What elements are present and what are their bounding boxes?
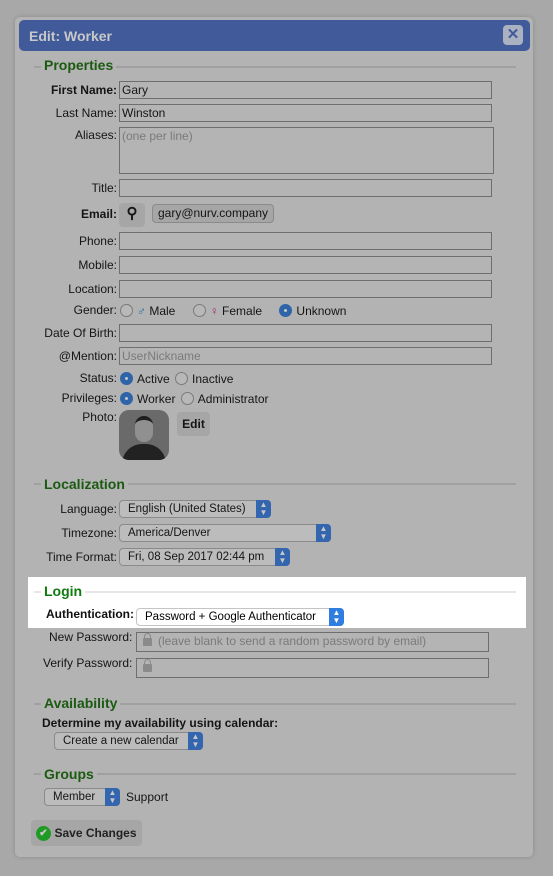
avatar — [119, 410, 169, 460]
status-radio-group: Active Inactive — [120, 372, 233, 386]
status-inactive[interactable]: Inactive — [173, 372, 233, 386]
new-password-label: New Password: — [49, 630, 133, 644]
verify-password-label: Verify Password: — [43, 656, 133, 670]
availability-heading: Availability — [41, 695, 121, 711]
new-password-input[interactable]: (leave blank to send a random password b… — [136, 632, 489, 652]
chevron-updown-icon: ▲ ▼ — [329, 608, 344, 626]
email-label: Email: — [80, 207, 117, 221]
gender-female[interactable]: ♀ Female — [192, 304, 262, 318]
chevron-updown-icon: ▲ ▼ — [256, 500, 271, 518]
privileges-label: Privileges: — [61, 391, 117, 405]
calendar-select[interactable]: Create a new calendar ▲ ▼ — [54, 732, 203, 750]
first-name-input[interactable]: Gary — [119, 81, 492, 99]
language-select[interactable]: English (United States) ▲ ▼ — [119, 500, 271, 518]
privileges-radio-group: Worker Administrator — [120, 392, 268, 406]
group-name: Support — [126, 790, 169, 804]
authentication-label: Authentication: — [46, 607, 134, 621]
last-name-label: Last Name: — [55, 106, 117, 120]
chevron-updown-icon: ▲ ▼ — [105, 788, 120, 806]
group-role-select[interactable]: Member ▲ ▼ — [44, 788, 120, 806]
gender-radio-group: ♂ Male ♀ Female Unknown — [120, 304, 346, 318]
female-icon: ♀ — [209, 304, 219, 318]
save-changes-button[interactable]: ✔ Save Changes — [31, 820, 142, 846]
photo-label: Photo: — [82, 410, 117, 424]
time-format-select[interactable]: Fri, 08 Sep 2017 02:44 pm ▲ ▼ — [119, 548, 290, 566]
phone-label: Phone: — [78, 234, 117, 248]
aliases-textarea[interactable]: (one per line) — [119, 127, 494, 174]
dialog-header: Edit: Worker ✕ — [19, 20, 530, 51]
verify-password-input[interactable] — [136, 658, 489, 678]
authentication-select[interactable]: Password + Google Authenticator ▲ ▼ — [136, 608, 344, 626]
location-input[interactable] — [119, 280, 492, 298]
gender-unknown[interactable]: Unknown — [279, 304, 346, 318]
last-name-input[interactable]: Winston — [119, 104, 492, 122]
status-active[interactable]: Active — [120, 372, 170, 386]
gender-label: Gender: — [73, 303, 117, 317]
login-section — [34, 591, 516, 593]
check-icon: ✔ — [36, 826, 51, 841]
mobile-input[interactable] — [119, 256, 492, 274]
close-icon[interactable]: ✕ — [503, 25, 523, 45]
aliases-label: Aliases: — [74, 128, 117, 142]
dob-input[interactable] — [119, 324, 492, 342]
privileges-worker[interactable]: Worker — [120, 392, 175, 406]
localization-heading: Localization — [41, 476, 128, 492]
lock-icon — [143, 659, 152, 672]
time-format-label: Time Format: — [46, 550, 117, 564]
email-button[interactable]: gary@nurv.company — [152, 204, 274, 223]
login-heading: Login — [41, 583, 86, 599]
search-email-button[interactable]: ⚲ — [119, 203, 145, 227]
lock-icon — [143, 633, 152, 646]
phone-input[interactable] — [119, 232, 492, 250]
availability-label: Determine my availability using calendar… — [42, 716, 279, 730]
properties-heading: Properties — [41, 57, 117, 73]
status-label: Status: — [79, 371, 117, 385]
mention-label: @Mention: — [58, 349, 117, 363]
chevron-updown-icon: ▲ ▼ — [275, 548, 290, 566]
mention-input[interactable]: UserNickname — [119, 347, 492, 365]
chevron-updown-icon: ▲ ▼ — [188, 732, 203, 750]
male-icon: ♂ — [137, 304, 146, 318]
dialog-title: Edit: Worker — [29, 28, 112, 44]
language-label: Language: — [60, 502, 117, 516]
title-input[interactable] — [119, 179, 492, 197]
photo-edit-button[interactable]: Edit — [177, 412, 210, 436]
timezone-select[interactable]: America/Denver ▲ ▼ — [119, 524, 331, 542]
title-label: Title: — [91, 181, 117, 195]
first-name-label: First Name: — [50, 83, 117, 97]
search-icon: ⚲ — [126, 205, 138, 222]
chevron-updown-icon: ▲ ▼ — [316, 524, 331, 542]
privileges-administrator[interactable]: Administrator — [179, 392, 268, 406]
location-label: Location: — [68, 282, 117, 296]
mobile-label: Mobile: — [78, 258, 117, 272]
groups-heading: Groups — [41, 766, 97, 782]
dob-label: Date Of Birth: — [44, 326, 117, 340]
timezone-label: Timezone: — [61, 526, 117, 540]
gender-male[interactable]: ♂ Male — [120, 304, 175, 318]
